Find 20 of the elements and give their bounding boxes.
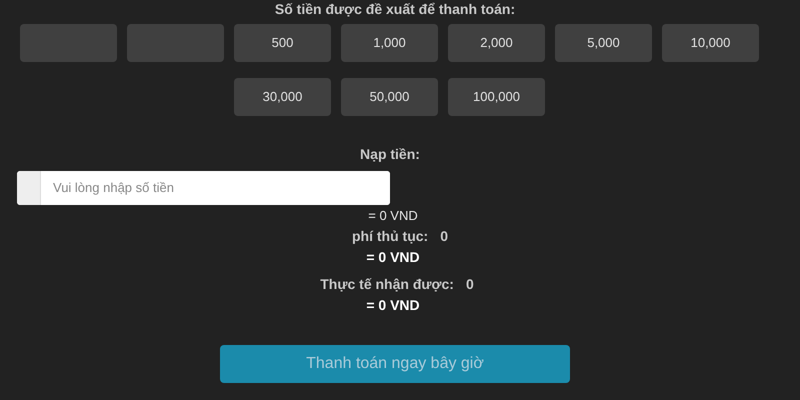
section-title: Số tiền được đề xuất để thanh toán: [274,1,516,17]
amount-button[interactable]: 500 [234,24,331,62]
amount-button[interactable]: 5,000 [555,24,652,62]
converted-amount: = 0 VND [366,249,420,265]
fee-value: 0 [466,276,474,292]
amount-button[interactable]: 50,000 [341,78,438,116]
fee-value: 0 [440,228,448,244]
amount-button[interactable]: 1,000 [341,24,438,62]
converted-amount: = 0 VND [368,208,418,224]
fee-label: phí thủ tục: [352,228,428,244]
amount-button[interactable]: 100,000 [448,78,545,116]
amount-button[interactable] [20,24,117,62]
amount-button[interactable]: 2,000 [448,24,545,62]
field-label: Nạp tiền: [360,145,420,164]
fee-label: Thực tế nhận được: [320,276,454,292]
amount-button[interactable]: 30,000 [234,78,331,116]
amount-input-field[interactable]: Vui lòng nhập số tiền [17,171,390,205]
converted-amount: = 0 VND [366,297,420,313]
amount-button[interactable]: 10,000 [662,24,759,62]
amount-button[interactable] [127,24,224,62]
